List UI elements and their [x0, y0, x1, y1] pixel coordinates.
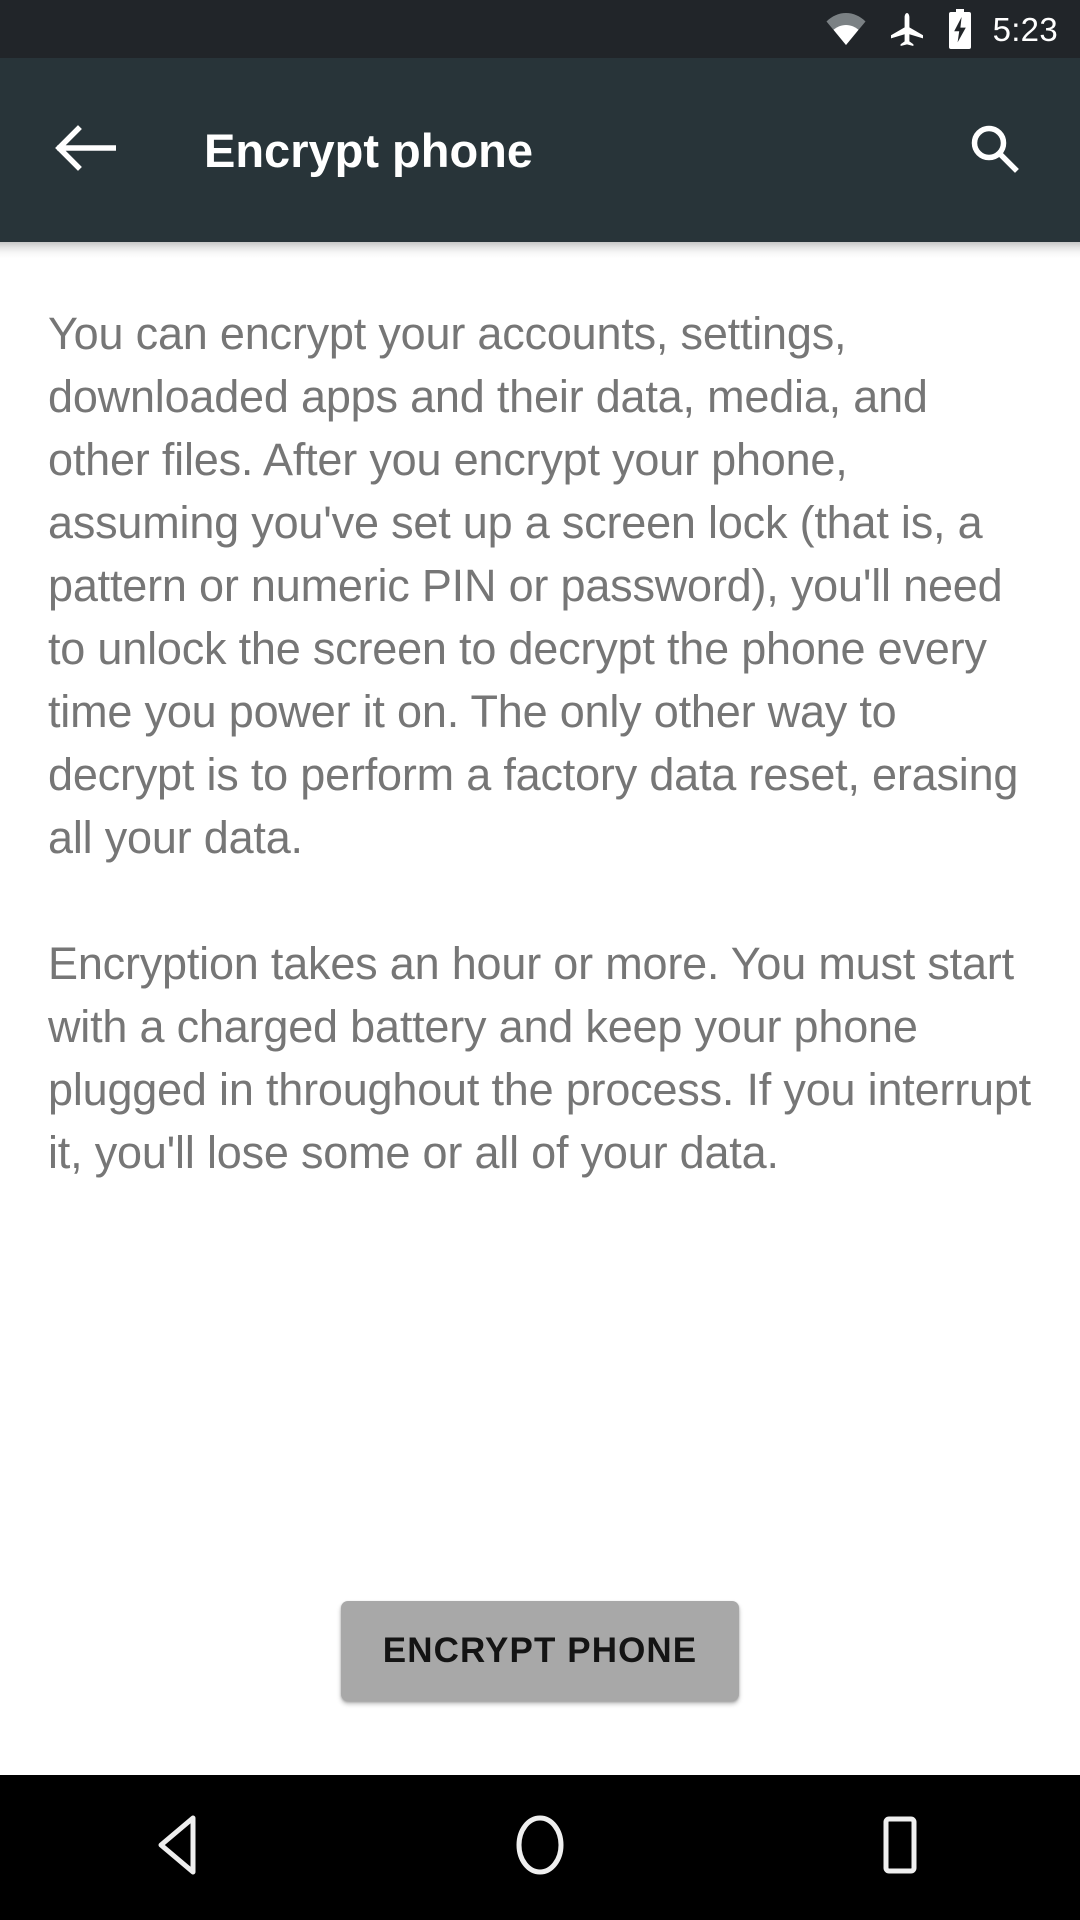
description-paragraph-1: You can encrypt your accounts, settings,…	[48, 308, 1019, 863]
nav-home-icon	[512, 1814, 568, 1881]
button-row: ENCRYPT PHONE	[0, 1601, 1080, 1701]
status-bar-clock: 5:23	[992, 10, 1058, 48]
action-bar-shadow	[0, 242, 1080, 258]
description-paragraph-2: Encryption takes an hour or more. You mu…	[48, 938, 1031, 1178]
action-bar: Encrypt phone	[0, 58, 1080, 242]
page-title: Encrypt phone	[204, 123, 534, 177]
nav-recents-button[interactable]	[820, 1775, 980, 1920]
search-icon	[966, 120, 1022, 181]
status-bar: 5:23	[0, 0, 1080, 58]
navigation-bar	[0, 1775, 1080, 1920]
nav-back-icon	[151, 1814, 209, 1881]
wifi-icon	[825, 12, 867, 46]
search-button[interactable]	[954, 110, 1034, 190]
status-bar-icons	[825, 9, 973, 49]
nav-back-button[interactable]	[100, 1775, 260, 1920]
phone-screen: 5:23 Encrypt phone You can encrypt your …	[0, 0, 1080, 1920]
arrow-back-icon	[54, 122, 117, 179]
content-area: You can encrypt your accounts, settings,…	[0, 258, 1080, 1775]
nav-recents-icon	[874, 1815, 926, 1880]
nav-home-button[interactable]	[460, 1775, 620, 1920]
back-button[interactable]	[44, 109, 126, 191]
airplane-mode-icon	[889, 11, 925, 47]
encrypt-phone-button[interactable]: ENCRYPT PHONE	[340, 1601, 740, 1701]
battery-charging-icon	[947, 9, 973, 49]
